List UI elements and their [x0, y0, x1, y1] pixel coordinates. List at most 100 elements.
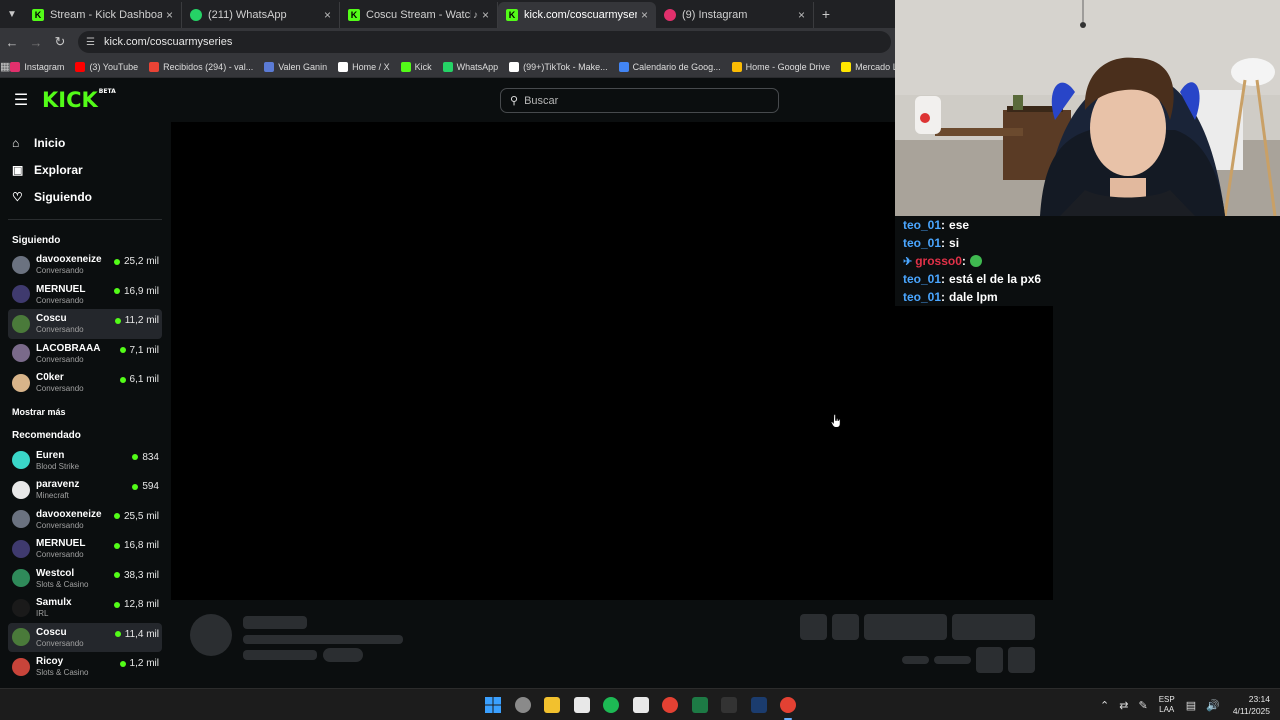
- browser-tab[interactable]: (211) WhatsApp ×: [182, 2, 340, 28]
- address-bar: ← → ↻ ☰ kick.com/coscuarmyseries: [0, 28, 895, 56]
- copilot-icon[interactable]: [511, 693, 535, 717]
- capcut-icon[interactable]: [629, 693, 653, 717]
- live-dot-icon: [113, 572, 120, 578]
- channel-item[interactable]: davooxeneize Conversando 25,5 mil: [0, 505, 170, 535]
- nav-item-heart[interactable]: ♡ Siguiendo: [0, 183, 170, 210]
- sync-icon[interactable]: ⇄: [1119, 699, 1128, 712]
- bookmark-item[interactable]: Home - Google Drive: [731, 61, 831, 72]
- chrome-active-icon[interactable]: [776, 693, 800, 720]
- bookmark-item[interactable]: (99+)TikTok - Make...: [509, 61, 608, 72]
- chat-text: está el de la px6: [949, 272, 1042, 286]
- chat-username[interactable]: teo_01: [903, 290, 941, 304]
- close-tab-icon[interactable]: ×: [166, 8, 173, 22]
- bookmark-item[interactable]: Kick: [400, 61, 432, 72]
- live-dot-icon: [119, 660, 126, 667]
- menu-icon[interactable]: ☰: [0, 90, 42, 110]
- compass-icon: ▣: [12, 162, 24, 177]
- channel-item[interactable]: Westcol Slots & Casino 38,3 mil: [0, 564, 170, 594]
- channel-item[interactable]: paravenz Minecraft 594: [0, 475, 170, 505]
- live-dot-icon: [114, 317, 121, 324]
- kick-logo[interactable]: KICKBETA: [42, 88, 116, 112]
- close-tab-icon[interactable]: ×: [324, 8, 331, 22]
- chat-username[interactable]: teo_01: [903, 218, 941, 232]
- back-icon[interactable]: ←: [0, 35, 24, 50]
- spotify-icon[interactable]: [599, 693, 623, 717]
- channel-name: LACOBRAAA: [36, 342, 101, 354]
- channel-item[interactable]: MERNUEL Conversando 16,8 mil: [0, 534, 170, 564]
- chat-username[interactable]: teo_01: [903, 236, 941, 250]
- audio-playing-icon[interactable]: ♪: [473, 10, 478, 21]
- close-tab-icon[interactable]: ×: [641, 8, 648, 22]
- bookmark-favicon-icon: [509, 61, 520, 72]
- channel-category: Conversando: [36, 638, 84, 648]
- bookmark-item[interactable]: Valen Ganin: [264, 61, 327, 72]
- nav-item-compass[interactable]: ▣ Explorar: [0, 156, 170, 183]
- pen-icon[interactable]: ✎: [1138, 699, 1147, 712]
- bookmark-item[interactable]: (3) YouTube: [75, 61, 138, 72]
- kick-icon: K: [506, 9, 518, 21]
- bookmark-item[interactable]: WhatsApp: [442, 61, 498, 72]
- chat-username[interactable]: grosso0: [915, 254, 962, 268]
- show-more-link[interactable]: Mostrar más: [0, 401, 170, 423]
- channel-name: paravenz: [36, 479, 80, 491]
- steam-icon[interactable]: [747, 693, 771, 717]
- language-indicator[interactable]: ESP LAA: [1159, 695, 1175, 715]
- bookmark-favicon-icon: [75, 61, 86, 72]
- channel-name: C0ker: [36, 372, 64, 384]
- bookmark-item[interactable]: Home / X: [338, 61, 390, 72]
- action-skeleton-1: [800, 614, 827, 640]
- stat-skeleton-4: [1008, 647, 1035, 673]
- bookmark-item[interactable]: Mercado Libre Arge...: [841, 61, 895, 72]
- channel-item[interactable]: davooxeneize Conversando 25,2 mil: [0, 250, 170, 280]
- browser-tab[interactable]: K Coscu Stream - Watch Live♪ ×: [340, 2, 498, 28]
- clock[interactable]: 23:14 4/11/2025: [1233, 693, 1270, 717]
- chevron-up-icon[interactable]: ⌃: [1100, 699, 1109, 712]
- forward-icon[interactable]: →: [24, 35, 48, 50]
- apps-grid-icon[interactable]: ▦: [0, 60, 10, 73]
- close-tab-icon[interactable]: ×: [482, 8, 489, 22]
- tab-search-icon[interactable]: ▼: [0, 0, 24, 28]
- chrome-icon[interactable]: [658, 693, 682, 717]
- epic-games-glyph: [721, 697, 737, 713]
- close-tab-icon[interactable]: ×: [798, 8, 805, 22]
- tab-title: Stream - Kick Dashboard: [50, 9, 162, 21]
- file-explorer-icon[interactable]: [540, 693, 564, 717]
- network-icon[interactable]: ▤: [1186, 699, 1196, 712]
- bookmark-item[interactable]: Recibidos (294) - val...: [149, 61, 253, 72]
- nav-item-home[interactable]: ⌂ Inicio: [0, 129, 170, 156]
- bookmark-item[interactable]: Instagram: [10, 61, 64, 72]
- bookmark-label: (99+)TikTok - Make...: [523, 61, 608, 72]
- channel-item[interactable]: Samulx IRL 12,8 mil: [0, 593, 170, 623]
- chat-text: dale lpm: [949, 290, 998, 304]
- channel-info: paravenz Minecraft: [36, 479, 132, 500]
- bookmark-label: Home - Google Drive: [745, 61, 831, 72]
- site-info-icon[interactable]: ☰: [86, 37, 100, 48]
- volume-icon[interactable]: 🔊: [1206, 699, 1220, 712]
- channel-item[interactable]: C0ker Conversando 6,1 mil: [0, 368, 170, 398]
- channel-item[interactable]: LACOBRAAA Conversando 7,1 mil: [0, 339, 170, 369]
- channel-item[interactable]: MERNUEL Conversando 16,9 mil: [0, 280, 170, 310]
- url-input[interactable]: ☰ kick.com/coscuarmyseries: [78, 31, 891, 53]
- sidebar-divider: [8, 219, 162, 220]
- channel-item[interactable]: Euren Blood Strike 834: [0, 446, 170, 476]
- bookmark-item[interactable]: Calendario de Goog...: [618, 61, 721, 72]
- browser-tab[interactable]: (9) Instagram ×: [656, 2, 814, 28]
- recommended-section-title: Recomendado: [12, 430, 81, 441]
- channel-item[interactable]: Coscu Conversando 11,2 mil: [8, 309, 162, 339]
- avatar: [12, 569, 30, 588]
- windows-start-icon[interactable]: [481, 693, 505, 717]
- epic-games-icon[interactable]: [717, 693, 741, 717]
- browser-tab[interactable]: K Stream - Kick Dashboard ×: [24, 2, 182, 28]
- store-icon[interactable]: [570, 693, 594, 717]
- channel-item[interactable]: Coscu Conversando 11,4 mil: [8, 622, 162, 652]
- chat-username[interactable]: teo_01: [903, 272, 941, 286]
- channel-item[interactable]: Ricoy Slots & Casino 1,2 mil: [0, 652, 170, 682]
- viewer-count: 834: [132, 452, 159, 463]
- new-tab-button[interactable]: +: [814, 0, 838, 28]
- viewer-count-text: 594: [142, 481, 159, 492]
- avatar: [12, 598, 30, 617]
- excel-icon[interactable]: [688, 693, 712, 717]
- browser-tab[interactable]: Kkick.com/coscuarmyseries ×: [498, 2, 656, 28]
- search-input[interactable]: ⚲ Buscar: [500, 88, 779, 113]
- reload-icon[interactable]: ↻: [48, 34, 72, 50]
